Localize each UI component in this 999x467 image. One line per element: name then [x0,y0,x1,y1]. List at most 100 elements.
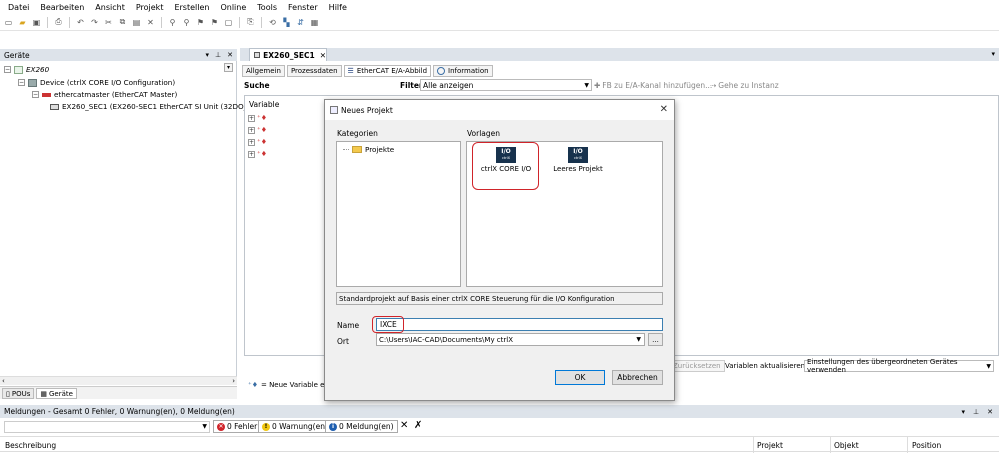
tree-item-ex260-sec1[interactable]: EX260_SEC1 (EX260-SEC1 EtherCAT SI Unit … [50,102,257,111]
menu-datei[interactable]: Datei [8,3,29,12]
infos-filter-button[interactable]: i0 Meldung(en) [325,420,398,433]
close-icon[interactable]: ✕ [227,51,233,59]
column-objekt[interactable]: Objekt [834,441,859,450]
build-icon[interactable]: ⎘ [245,17,256,28]
dropdown-icon[interactable]: ▾ [206,51,210,59]
message-source-select[interactable]: ▼ [4,420,210,433]
tab-label: EtherCAT E/A-Abbild [356,67,428,75]
menu-bearbeiten[interactable]: Bearbeiten [40,3,84,12]
filter-select[interactable]: Alle anzeigen ▼ [420,79,592,91]
login-icon[interactable]: ⟲ [267,17,278,28]
tab-pous[interactable]: ▯ POUs [2,388,35,399]
scroll-left-icon[interactable]: ‹ [2,377,5,385]
table-row[interactable]: + ⁺♦ [248,150,267,158]
tree-item-device[interactable]: − Device (ctrlX CORE I/O Configuration) [18,78,175,87]
ok-button[interactable]: OK [555,370,605,385]
update-variables-select[interactable]: Einstellungen des übergeordneten Gerätes… [804,358,994,374]
menu-online[interactable]: Online [220,3,246,12]
template-description: Standardprojekt auf Basis einer ctrlX CO… [336,292,663,305]
undo-icon[interactable]: ↶ [75,17,86,28]
template-ctrlx-core-io[interactable]: I/O ctrlX ctrlX CORE I/O [475,147,537,173]
tree-dropdown-button[interactable]: ▾ [224,63,233,72]
breakpoint-icon[interactable]: ⇵ [295,17,306,28]
menu-projekt[interactable]: Projekt [136,3,164,12]
tab-information[interactable]: Information [433,65,493,77]
browse-button[interactable]: ... [648,333,663,346]
project-name-input[interactable]: IXCE [376,318,663,331]
devices-horizontal-scrollbar[interactable]: ‹ › [0,376,237,385]
pin-icon[interactable]: ⊥ [215,51,221,59]
errors-count: 0 Fehler [227,422,258,431]
category-item-projekte[interactable]: Projekte [343,145,394,154]
tab-allgemein[interactable]: Allgemein [242,65,285,77]
badge-subtext: ctrlX [501,156,511,160]
close-icon[interactable]: ✕ [987,408,993,416]
save-icon[interactable]: ▣ [31,17,42,28]
close-icon[interactable]: ✕ [660,104,668,115]
bookmark-next-icon[interactable]: ⚑ [209,17,220,28]
menu-fenster[interactable]: Fenster [288,3,318,12]
tab-geraete[interactable]: ▦ Geräte [36,388,77,399]
messages-toolbar: ▼ ✕ 0 Fehler ! 0 Warnung(en) i0 Meldung(en… [0,419,999,434]
print-icon[interactable]: ⎙ [53,17,64,28]
column-projekt[interactable]: Projekt [757,441,783,450]
update-variables-label: Variablen aktualisieren [725,362,806,370]
toolbar-divider [47,16,48,28]
editor-document-tab[interactable]: EX260_SEC1 ✕ [249,48,327,61]
expand-toggle[interactable]: + [248,114,255,122]
collapse-toggle[interactable]: − [4,66,11,73]
warnings-filter-button[interactable]: ! 0 Warnung(en) [258,420,332,433]
tab-list-dropdown-icon[interactable]: ▾ [991,50,995,58]
cancel-button[interactable]: Abbrechen [612,370,663,385]
collapse-toggle[interactable]: − [32,91,39,98]
location-value: C:\Users\IAC-CAD\Documents\My ctrlX [379,335,514,344]
open-folder-icon[interactable]: ▰ [17,17,28,28]
menu-tools[interactable]: Tools [257,3,277,12]
location-select[interactable]: C:\Users\IAC-CAD\Documents\My ctrlX ▼ [376,333,645,346]
goto-instance-button[interactable]: ⇢ Gehe zu Instanz [710,81,779,90]
find-replace-icon[interactable]: ⚲ [181,17,192,28]
collapse-toggle[interactable]: − [18,79,25,86]
errors-filter-button[interactable]: ✕ 0 Fehler [213,420,262,433]
device-icon [254,52,261,58]
new-file-icon[interactable]: ▭ [3,17,14,28]
cut-icon[interactable]: ✂ [103,17,114,28]
tree-item-project[interactable]: − EX260 [4,65,49,74]
tree-item-ethercat-master[interactable]: − ethercatmaster (EtherCAT Master) [32,90,177,99]
expand-toggle[interactable]: + [248,138,255,146]
clear-all-icon[interactable]: ✗ [414,420,422,431]
paste-icon[interactable]: ▤ [131,17,142,28]
dialog-title: Neues Projekt [341,105,393,115]
device-icon[interactable]: ▚ [281,17,292,28]
table-row[interactable]: + ⁺♦ [248,126,267,134]
table-row[interactable]: + ⁺♦ [248,138,267,146]
editor-tab-strip: ▾ [240,48,999,61]
find-icon[interactable]: ⚲ [167,17,178,28]
menu-hilfe[interactable]: Hilfe [329,3,347,12]
reset-mapping-button[interactable]: Zurücksetzen [669,360,725,372]
bookmark-icon[interactable]: ⚑ [195,17,206,28]
copy-icon[interactable]: ⧉ [117,17,128,28]
redo-icon[interactable]: ↷ [89,17,100,28]
step-icon[interactable]: ▦ [309,17,320,28]
scroll-right-icon[interactable]: › [232,377,235,385]
pin-icon[interactable]: ⊥ [973,408,979,416]
fb-add-button[interactable]: ✚ FB zu E/A-Kanal hinzufügen... [594,81,712,90]
menu-erstellen[interactable]: Erstellen [174,3,209,12]
column-beschreibung[interactable]: Beschreibung [5,441,56,450]
menu-ansicht[interactable]: Ansicht [95,3,125,12]
variable-column-header[interactable]: Variable [249,100,279,109]
column-position[interactable]: Position [912,441,941,450]
delete-icon[interactable]: ✕ [145,17,156,28]
window-icon[interactable]: ▢ [223,17,234,28]
table-row[interactable]: + ⁺♦ [248,114,267,122]
template-leeres-projekt[interactable]: I/O ctrlX Leeres Projekt [547,147,609,173]
tab-ethercat-io-image[interactable]: ☰ EtherCAT E/A-Abbild [343,65,432,77]
expand-toggle[interactable]: + [248,150,255,158]
devices-tree: ▾ − EX260 − Device (ctrlX CORE I/O Confi… [0,61,257,376]
tab-prozessdaten[interactable]: Prozessdaten [286,65,342,77]
expand-toggle[interactable]: + [248,126,255,134]
clear-messages-icon[interactable]: ✕ [400,420,408,431]
close-tab-icon[interactable]: ✕ [320,51,326,60]
dropdown-icon[interactable]: ▾ [962,408,966,416]
